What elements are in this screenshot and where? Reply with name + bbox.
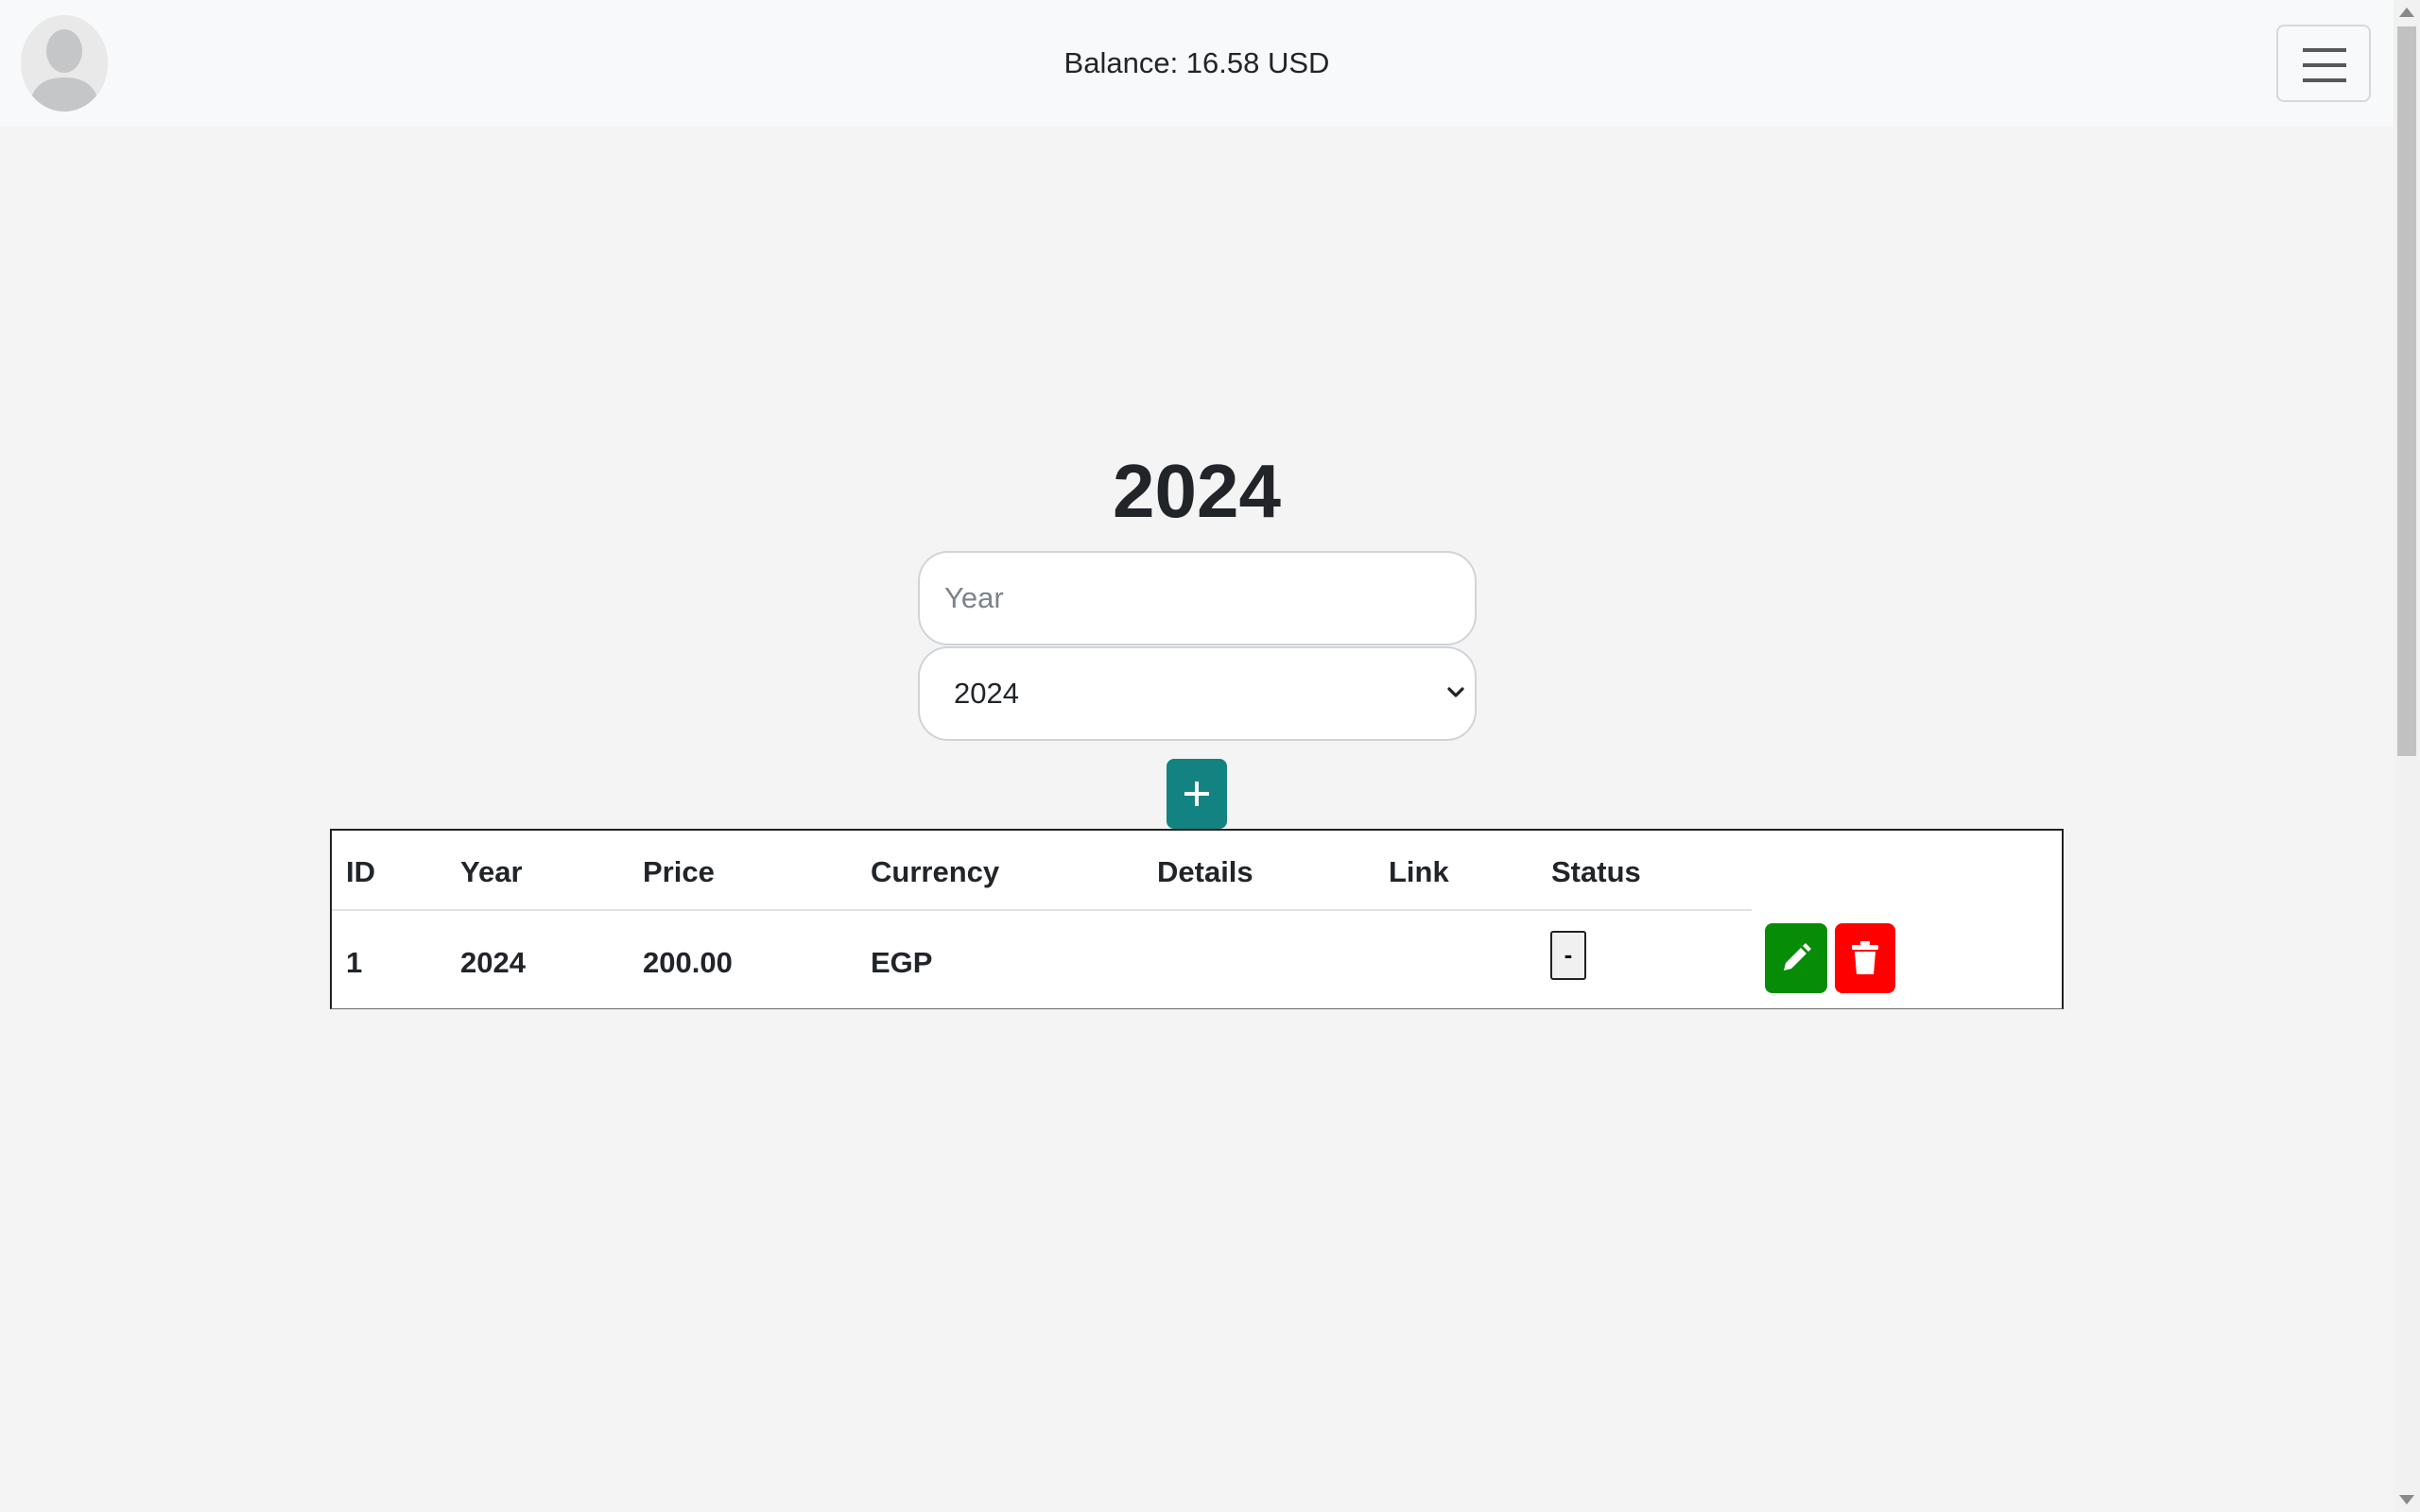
plus-icon	[1184, 782, 1209, 806]
pencil-icon	[1784, 943, 1811, 971]
scroll-down-arrow-icon[interactable]	[2399, 1495, 2414, 1504]
cell-price: 200.00	[643, 946, 733, 979]
cell-id: 1	[346, 946, 363, 979]
page-title: 2024	[1113, 449, 1281, 533]
column-header-details: Details	[1157, 855, 1253, 888]
scrollbar-thumb[interactable]	[2397, 26, 2416, 756]
data-table: ID Year Price Currency Details Link Stat…	[330, 829, 2064, 1009]
add-button[interactable]	[1167, 759, 1227, 829]
header-divider	[332, 909, 1752, 911]
status-button[interactable]: -	[1550, 931, 1586, 980]
balance-text: Balance: 16.58 USD	[1063, 46, 1330, 79]
menu-toggle-button[interactable]	[2276, 25, 2371, 102]
vertical-scrollbar[interactable]	[2394, 0, 2420, 1512]
delete-button[interactable]	[1835, 923, 1895, 993]
year-select-value: 2024	[954, 677, 1019, 710]
cell-currency: EGP	[871, 946, 933, 979]
year-select[interactable]: 2024	[918, 646, 1477, 741]
column-header-status: Status	[1551, 855, 1641, 888]
column-header-price: Price	[643, 855, 715, 888]
scroll-up-arrow-icon[interactable]	[2399, 8, 2414, 17]
chevron-down-icon	[1447, 687, 1464, 697]
cell-year: 2024	[460, 946, 526, 979]
column-header-id: ID	[346, 855, 375, 888]
edit-button[interactable]	[1765, 923, 1827, 993]
column-header-year: Year	[460, 855, 523, 888]
column-header-link: Link	[1389, 855, 1449, 888]
column-header-currency: Currency	[871, 855, 1000, 888]
navbar: Balance: 16.58 USD	[0, 0, 2394, 127]
hamburger-menu-icon	[2303, 48, 2346, 82]
year-input[interactable]	[918, 551, 1477, 645]
trash-icon	[1852, 941, 1878, 974]
